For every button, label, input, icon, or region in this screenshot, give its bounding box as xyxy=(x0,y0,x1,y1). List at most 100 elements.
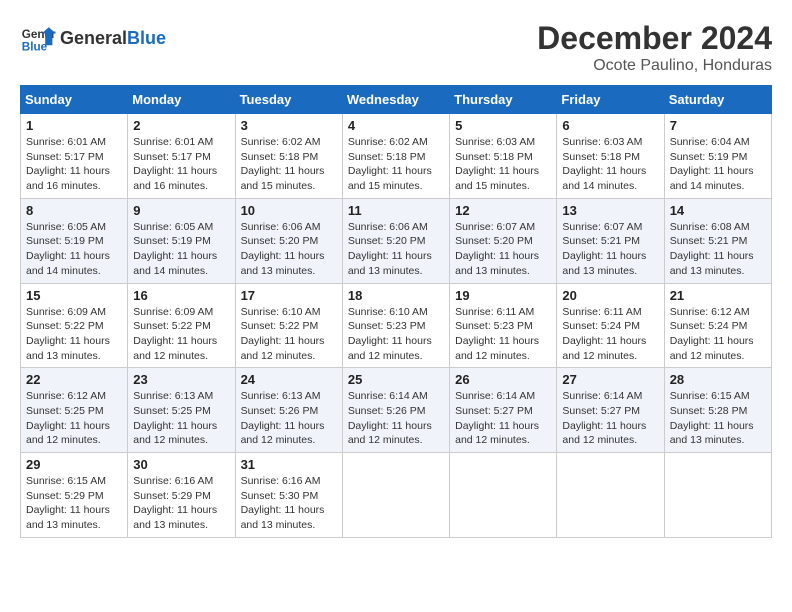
day-info: Sunrise: 6:10 AMSunset: 5:22 PMDaylight:… xyxy=(241,305,337,364)
day-number: 23 xyxy=(133,372,229,387)
calendar-cell: 11 Sunrise: 6:06 AMSunset: 5:20 PMDayligh… xyxy=(342,198,449,283)
calendar-cell: 1 Sunrise: 6:01 AMSunset: 5:17 PMDaylight… xyxy=(21,114,128,199)
day-number: 7 xyxy=(670,118,766,133)
calendar-cell: 7 Sunrise: 6:04 AMSunset: 5:19 PMDaylight… xyxy=(664,114,771,199)
calendar-cell: 23 Sunrise: 6:13 AMSunset: 5:25 PMDayligh… xyxy=(128,368,235,453)
calendar-cell: 14Sunrise: 6:08 AMSunset: 5:21 PMDayligh… xyxy=(664,198,771,283)
day-number: 20 xyxy=(562,288,658,303)
day-info: Sunrise: 6:06 AMSunset: 5:20 PMDaylight:… xyxy=(348,220,444,279)
day-info: Sunrise: 6:12 AMSunset: 5:25 PMDaylight:… xyxy=(26,389,122,448)
day-header-tuesday: Tuesday xyxy=(235,86,342,114)
day-number: 25 xyxy=(348,372,444,387)
day-number: 30 xyxy=(133,457,229,472)
calendar-cell: 30 Sunrise: 6:16 AMSunset: 5:29 PMDayligh… xyxy=(128,453,235,538)
day-number: 27 xyxy=(562,372,658,387)
calendar-cell: 29 Sunrise: 6:15 AMSunset: 5:29 PMDayligh… xyxy=(21,453,128,538)
day-number: 22 xyxy=(26,372,122,387)
day-info: Sunrise: 6:05 AMSunset: 5:19 PMDaylight:… xyxy=(26,220,122,279)
calendar-cell xyxy=(664,453,771,538)
day-number: 12 xyxy=(455,203,551,218)
day-number: 6 xyxy=(562,118,658,133)
calendar-cell: 16Sunrise: 6:09 AMSunset: 5:22 PMDayligh… xyxy=(128,283,235,368)
day-number: 29 xyxy=(26,457,122,472)
logo-text-general: General xyxy=(60,28,127,49)
day-header-sunday: Sunday xyxy=(21,86,128,114)
day-number: 13 xyxy=(562,203,658,218)
calendar-week-row: 1 Sunrise: 6:01 AMSunset: 5:17 PMDaylight… xyxy=(21,114,772,199)
day-info: Sunrise: 6:11 AMSunset: 5:23 PMDaylight:… xyxy=(455,305,551,364)
day-info: Sunrise: 6:02 AMSunset: 5:18 PMDaylight:… xyxy=(348,135,444,194)
day-header-saturday: Saturday xyxy=(664,86,771,114)
calendar-cell: 5Sunrise: 6:03 AMSunset: 5:18 PMDaylight… xyxy=(450,114,557,199)
calendar-cell: 15 Sunrise: 6:09 AMSunset: 5:22 PMDayligh… xyxy=(21,283,128,368)
day-info: Sunrise: 6:04 AMSunset: 5:19 PMDaylight:… xyxy=(670,135,766,194)
day-number: 10 xyxy=(241,203,337,218)
calendar-cell: 25Sunrise: 6:14 AMSunset: 5:26 PMDayligh… xyxy=(342,368,449,453)
calendar-cell: 2Sunrise: 6:01 AMSunset: 5:17 PMDaylight… xyxy=(128,114,235,199)
day-number: 11 xyxy=(348,203,444,218)
calendar-cell: 13 Sunrise: 6:07 AMSunset: 5:21 PMDayligh… xyxy=(557,198,664,283)
logo-text-blue: Blue xyxy=(127,28,166,49)
day-header-wednesday: Wednesday xyxy=(342,86,449,114)
calendar-cell: 3 Sunrise: 6:02 AMSunset: 5:18 PMDaylight… xyxy=(235,114,342,199)
day-info: Sunrise: 6:01 AMSunset: 5:17 PMDaylight:… xyxy=(26,135,122,194)
calendar-week-row: 29 Sunrise: 6:15 AMSunset: 5:29 PMDayligh… xyxy=(21,453,772,538)
calendar-cell: 24 Sunrise: 6:13 AMSunset: 5:26 PMDayligh… xyxy=(235,368,342,453)
day-info: Sunrise: 6:07 AMSunset: 5:21 PMDaylight:… xyxy=(562,220,658,279)
calendar-cell: 28 Sunrise: 6:15 AMSunset: 5:28 PMDayligh… xyxy=(664,368,771,453)
logo-icon: General Blue xyxy=(20,20,56,56)
calendar-cell: 17 Sunrise: 6:10 AMSunset: 5:22 PMDayligh… xyxy=(235,283,342,368)
calendar-cell: 8 Sunrise: 6:05 AMSunset: 5:19 PMDaylight… xyxy=(21,198,128,283)
logo: General Blue General Blue xyxy=(20,20,166,56)
day-number: 17 xyxy=(241,288,337,303)
calendar-cell: 18 Sunrise: 6:10 AMSunset: 5:23 PMDayligh… xyxy=(342,283,449,368)
day-info: Sunrise: 6:14 AMSunset: 5:27 PMDaylight:… xyxy=(562,389,658,448)
day-info: Sunrise: 6:09 AMSunset: 5:22 PMDaylight:… xyxy=(133,305,229,364)
day-info: Sunrise: 6:15 AMSunset: 5:28 PMDaylight:… xyxy=(670,389,766,448)
day-info: Sunrise: 6:16 AMSunset: 5:30 PMDaylight:… xyxy=(241,474,337,533)
day-number: 2 xyxy=(133,118,229,133)
subtitle: Ocote Paulino, Honduras xyxy=(537,57,772,75)
day-info: Sunrise: 6:15 AMSunset: 5:29 PMDaylight:… xyxy=(26,474,122,533)
day-info: Sunrise: 6:03 AMSunset: 5:18 PMDaylight:… xyxy=(562,135,658,194)
calendar-cell xyxy=(450,453,557,538)
calendar-header-row: SundayMondayTuesdayWednesdayThursdayFrid… xyxy=(21,86,772,114)
day-info: Sunrise: 6:10 AMSunset: 5:23 PMDaylight:… xyxy=(348,305,444,364)
calendar-cell: 6 Sunrise: 6:03 AMSunset: 5:18 PMDaylight… xyxy=(557,114,664,199)
calendar-cell: 27 Sunrise: 6:14 AMSunset: 5:27 PMDayligh… xyxy=(557,368,664,453)
day-number: 24 xyxy=(241,372,337,387)
day-number: 3 xyxy=(241,118,337,133)
calendar-cell: 12 Sunrise: 6:07 AMSunset: 5:20 PMDayligh… xyxy=(450,198,557,283)
calendar-cell: 9Sunrise: 6:05 AMSunset: 5:19 PMDaylight… xyxy=(128,198,235,283)
day-info: Sunrise: 6:11 AMSunset: 5:24 PMDaylight:… xyxy=(562,305,658,364)
calendar-cell: 26 Sunrise: 6:14 AMSunset: 5:27 PMDayligh… xyxy=(450,368,557,453)
day-number: 8 xyxy=(26,203,122,218)
day-info: Sunrise: 6:02 AMSunset: 5:18 PMDaylight:… xyxy=(241,135,337,194)
day-number: 19 xyxy=(455,288,551,303)
calendar-cell: 22 Sunrise: 6:12 AMSunset: 5:25 PMDayligh… xyxy=(21,368,128,453)
day-number: 14 xyxy=(670,203,766,218)
day-info: Sunrise: 6:16 AMSunset: 5:29 PMDaylight:… xyxy=(133,474,229,533)
calendar-cell: 20 Sunrise: 6:11 AMSunset: 5:24 PMDayligh… xyxy=(557,283,664,368)
day-number: 9 xyxy=(133,203,229,218)
calendar: SundayMondayTuesdayWednesdayThursdayFrid… xyxy=(20,85,772,538)
day-info: Sunrise: 6:03 AMSunset: 5:18 PMDaylight:… xyxy=(455,135,551,194)
calendar-cell: 19 Sunrise: 6:11 AMSunset: 5:23 PMDayligh… xyxy=(450,283,557,368)
day-number: 1 xyxy=(26,118,122,133)
day-info: Sunrise: 6:07 AMSunset: 5:20 PMDaylight:… xyxy=(455,220,551,279)
day-number: 26 xyxy=(455,372,551,387)
day-info: Sunrise: 6:14 AMSunset: 5:27 PMDaylight:… xyxy=(455,389,551,448)
day-info: Sunrise: 6:12 AMSunset: 5:24 PMDaylight:… xyxy=(670,305,766,364)
day-info: Sunrise: 6:13 AMSunset: 5:25 PMDaylight:… xyxy=(133,389,229,448)
day-number: 18 xyxy=(348,288,444,303)
calendar-cell xyxy=(342,453,449,538)
day-number: 28 xyxy=(670,372,766,387)
calendar-cell: 10Sunrise: 6:06 AMSunset: 5:20 PMDayligh… xyxy=(235,198,342,283)
main-title: December 2024 xyxy=(537,20,772,57)
day-info: Sunrise: 6:09 AMSunset: 5:22 PMDaylight:… xyxy=(26,305,122,364)
day-info: Sunrise: 6:13 AMSunset: 5:26 PMDaylight:… xyxy=(241,389,337,448)
day-header-monday: Monday xyxy=(128,86,235,114)
calendar-cell xyxy=(557,453,664,538)
day-header-thursday: Thursday xyxy=(450,86,557,114)
day-number: 15 xyxy=(26,288,122,303)
